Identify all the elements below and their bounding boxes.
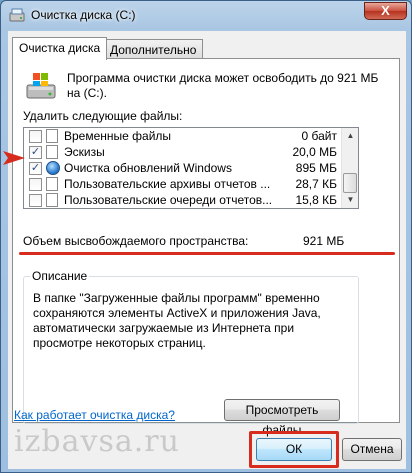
close-icon: X (381, 3, 390, 18)
description-group: Описание В папке "Загруженные файлы прог… (23, 269, 359, 437)
file-name: Пользовательские архивы отчетов ... (64, 177, 271, 191)
close-button[interactable]: X (364, 2, 407, 20)
file-name: Очистка обновлений Windows (64, 161, 232, 175)
cancel-button[interactable]: Отмена (342, 438, 402, 461)
annotation-underline (19, 252, 395, 255)
space-to-free-label: Объем высвобождаемого пространства: (23, 234, 249, 248)
tab-disk-cleanup[interactable]: Очистка диска (12, 37, 108, 60)
annotation-highlight-box (249, 431, 339, 468)
globe-icon (46, 161, 60, 175)
view-files-button[interactable]: Просмотреть файлы (224, 399, 340, 437)
file-icon (46, 145, 58, 159)
file-icon (46, 193, 58, 207)
list-item[interactable]: Временные файлы 0 байт (24, 128, 341, 144)
checkbox-thumbnails[interactable]: ✓ (29, 146, 42, 159)
space-to-free-value: 921 МБ (303, 234, 345, 248)
files-to-delete-label: Удалить следующие файлы: (23, 109, 183, 123)
file-size: 895 МБ (295, 161, 337, 175)
file-name: Временные файлы (64, 129, 172, 143)
file-size: 28,7 КБ (295, 177, 337, 191)
file-list-scrollbar[interactable]: ▲ ▼ (341, 128, 358, 208)
file-icon (46, 177, 58, 191)
checkbox-user-report-queues[interactable] (29, 194, 42, 207)
file-name: Пользовательские очереди отчетов... (64, 193, 273, 207)
scroll-up-arrow-icon[interactable]: ▲ (342, 128, 358, 144)
file-size: 0 байт (301, 129, 337, 143)
checkbox-temporary-files[interactable] (29, 130, 42, 143)
annotation-arrow-icon (3, 151, 25, 165)
file-list[interactable]: Временные файлы 0 байт ✓ Эскизы 20,0 МБ … (23, 127, 359, 209)
file-name: Эскизы (64, 145, 105, 159)
file-size: 20,0 МБ (292, 145, 337, 159)
scroll-down-arrow-icon[interactable]: ▼ (342, 192, 358, 208)
help-link[interactable]: Как работает очистка диска? (14, 408, 175, 422)
checkbox-windows-update-cleanup[interactable]: ✓ (29, 162, 42, 175)
summary-text: Программа очистки диска может освободить… (67, 71, 379, 100)
list-item[interactable]: ✓ Эскизы 20,0 МБ (24, 144, 341, 160)
checkbox-user-report-archives[interactable] (29, 178, 42, 191)
client-area: Очистка диска Дополнительно Программа оч… (8, 31, 406, 469)
list-item[interactable]: Пользовательские архивы отчетов ... 28,7… (24, 176, 341, 192)
tab-more-options[interactable]: Дополнительно (103, 39, 204, 59)
dialog-window: Очистка диска (C:) X Очистка диска Допол… (0, 0, 412, 473)
disk-cleanup-large-icon (26, 73, 56, 99)
description-caption: Описание (30, 269, 90, 283)
title-bar: Очистка диска (C:) X (1, 1, 412, 29)
watermark-text: izbavsa.ru (14, 424, 180, 459)
description-text: В папке "Загруженные файлы программ" вре… (33, 291, 321, 350)
list-item[interactable]: ✓ Очистка обновлений Windows 895 МБ (24, 160, 341, 176)
file-size: 15,8 КБ (295, 193, 337, 207)
tab-panel: Программа очистки диска может освободить… (12, 58, 400, 437)
list-item[interactable]: Пользовательские очереди отчетов... 15,8… (24, 192, 341, 208)
scroll-thumb[interactable] (343, 173, 357, 193)
disk-cleanup-icon (9, 8, 25, 22)
window-title: Очистка диска (C:) (31, 8, 136, 22)
file-icon (46, 129, 58, 143)
